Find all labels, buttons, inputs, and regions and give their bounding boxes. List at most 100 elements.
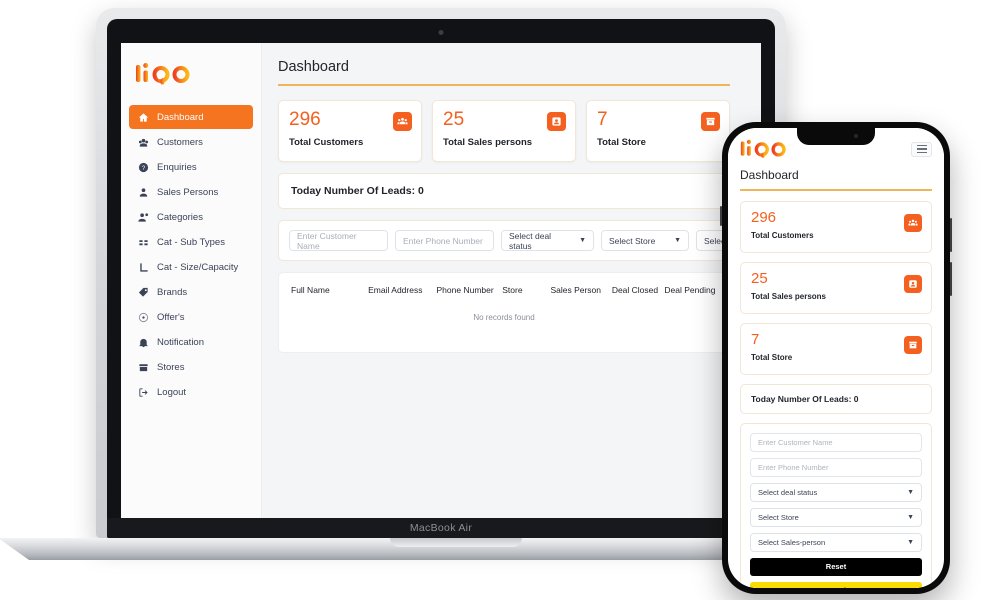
sidebar-item-offers[interactable]: Offer's xyxy=(129,305,253,329)
chevron-down-icon: ▼ xyxy=(907,513,914,521)
sidebar-nav: Dashboard Customers ? Enquiries Sales Pe… xyxy=(121,105,261,404)
sidebar-item-notification[interactable]: Notification xyxy=(129,330,253,354)
chevron-down-icon: ▼ xyxy=(907,538,914,546)
stat-value: 7 xyxy=(751,330,760,348)
circle-icon xyxy=(137,311,149,323)
front-camera-icon xyxy=(854,134,858,138)
phone-power-button[interactable] xyxy=(950,218,952,252)
phone-volume-button[interactable] xyxy=(720,206,722,226)
reset-button[interactable]: Reset xyxy=(750,557,922,576)
phone-leads-summary: Today Number Of Leads: 0 xyxy=(740,383,932,414)
table-header-row: Full Name Email Address Phone Number Sto… xyxy=(291,285,717,309)
users-icon xyxy=(904,213,922,232)
stat-label: Total Store xyxy=(751,353,793,363)
sidebar-item-label: Brands xyxy=(157,286,188,298)
sidebar-item-dashboard[interactable]: Dashboard xyxy=(129,105,253,129)
sidebar-item-label: Customers xyxy=(157,136,203,148)
phone-filter-form: Enter Customer Name Enter Phone Number S… xyxy=(740,422,932,588)
sidebar-item-label: Notification xyxy=(157,336,204,348)
store-value: Select Store xyxy=(609,235,656,246)
person-card-icon xyxy=(547,112,566,131)
stat-label: Total Sales persons xyxy=(751,292,826,302)
store-icon xyxy=(904,335,922,354)
sidebar-item-enquiries[interactable]: ? Enquiries xyxy=(129,155,253,179)
stat-card-total-customers[interactable]: 296 Total Customers xyxy=(278,100,422,162)
phone-stat-card-total-sales-persons[interactable]: 25 Total Sales persons xyxy=(740,261,932,314)
liqo-logo-icon[interactable] xyxy=(740,138,792,160)
phone-title-divider xyxy=(740,189,932,191)
sidebar: Dashboard Customers ? Enquiries Sales Pe… xyxy=(121,43,262,518)
phone-stat-card-total-store[interactable]: 7 Total Store xyxy=(740,322,932,375)
phone-side-button[interactable] xyxy=(950,262,952,296)
leads-summary: Today Number Of Leads: 0 xyxy=(278,173,730,209)
brand-logo[interactable] xyxy=(121,57,261,105)
liqo-logo-icon xyxy=(136,63,190,85)
stat-card-total-store[interactable]: 7 Total Store xyxy=(586,100,730,162)
chevron-down-icon: ▼ xyxy=(579,237,586,244)
home-icon xyxy=(137,111,149,123)
sidebar-item-label: Sales Persons xyxy=(157,186,219,198)
sidebar-item-customers[interactable]: Customers xyxy=(129,130,253,154)
stat-card-total-sales-persons[interactable]: 25 Total Sales persons xyxy=(432,100,576,162)
users-icon xyxy=(137,136,149,148)
search-customer-name-input[interactable]: Enter Customer Name xyxy=(289,230,388,251)
phone-mockup: Dashboard 296 Total Customers 25 Total S… xyxy=(720,122,952,594)
bell-icon xyxy=(137,336,149,348)
phone-page-title: Dashboard xyxy=(740,168,799,182)
layers-icon xyxy=(137,236,149,248)
table-column-header: Full Name xyxy=(291,285,330,295)
stat-label: Total Customers xyxy=(289,136,364,148)
tag-icon xyxy=(137,286,149,298)
stat-cards: 296 Total Customers 25 Total Sales perso… xyxy=(278,100,761,162)
chevron-down-icon: ▼ xyxy=(674,237,681,244)
store-select[interactable]: Select Store ▼ xyxy=(601,230,689,251)
sidebar-item-label: Cat - Sub Types xyxy=(157,236,225,248)
sidebar-item-label: Enquiries xyxy=(157,161,197,173)
logout-icon xyxy=(137,386,149,398)
sidebar-item-label: Stores xyxy=(157,361,185,373)
laptop-screen: Dashboard Customers ? Enquiries Sales Pe… xyxy=(121,43,761,518)
page-title: Dashboard xyxy=(278,59,349,75)
hamburger-icon[interactable] xyxy=(911,141,932,157)
search-button[interactable]: Search xyxy=(750,581,922,588)
sidebar-item-cat-size-capacity[interactable]: Cat - Size/Capacity xyxy=(129,255,253,279)
sidebar-item-label: Categories xyxy=(157,211,203,223)
person-icon xyxy=(137,186,149,198)
sidebar-item-sales-persons[interactable]: Sales Persons xyxy=(129,180,253,204)
laptop-brand-label: MacBook Air xyxy=(107,518,775,538)
phone-deal-status-select[interactable]: Select deal status ▼ xyxy=(750,482,922,502)
sidebar-item-stores[interactable]: Stores xyxy=(129,355,253,379)
ruler-icon xyxy=(137,261,149,273)
sidebar-item-cat-sub-types[interactable]: Cat - Sub Types xyxy=(129,230,253,254)
stat-label: Total Customers xyxy=(751,231,814,241)
deal-status-value: Select deal status xyxy=(758,487,818,497)
leads-table: Full Name Email Address Phone Number Sto… xyxy=(278,272,730,353)
phone-stat-card-total-customers[interactable]: 296 Total Customers xyxy=(740,200,932,253)
deal-status-value: Select deal status xyxy=(509,230,552,251)
phone-store-select[interactable]: Select Store ▼ xyxy=(750,507,922,527)
phone-customer-name-input[interactable]: Enter Customer Name xyxy=(750,432,922,452)
phone-screen: Dashboard 296 Total Customers 25 Total S… xyxy=(728,128,944,588)
table-column-header: Deal Closed xyxy=(611,285,659,295)
phone-phone-number-input[interactable]: Enter Phone Number xyxy=(750,457,922,477)
stat-label: Total Sales persons xyxy=(443,136,533,148)
sidebar-item-categories[interactable]: Categories xyxy=(129,205,253,229)
table-column-header: Sales Person xyxy=(550,285,602,295)
main-content: Dashboard 296 Total Customers 25 Total S… xyxy=(262,43,761,518)
sidebar-item-brands[interactable]: Brands xyxy=(129,280,253,304)
stat-value: 25 xyxy=(751,269,768,287)
deal-status-select[interactable]: Select deal status ▼ xyxy=(501,230,594,251)
filter-bar: Enter Customer Name Enter Phone Number S… xyxy=(278,220,730,261)
stat-label: Total Store xyxy=(597,136,646,148)
sidebar-item-label: Offer's xyxy=(157,311,185,323)
laptop-lid: Dashboard Customers ? Enquiries Sales Pe… xyxy=(96,8,786,538)
store-icon xyxy=(137,361,149,373)
sales-person-value: Select Sales-person xyxy=(758,537,826,547)
search-phone-number-input[interactable]: Enter Phone Number xyxy=(395,230,494,251)
phone-sales-person-select[interactable]: Select Sales-person ▼ xyxy=(750,532,922,552)
sidebar-item-logout[interactable]: Logout xyxy=(129,380,253,404)
laptop-bezel: Dashboard Customers ? Enquiries Sales Pe… xyxy=(107,19,775,538)
table-column-header: Email Address xyxy=(368,285,423,295)
mockup-stage: Dashboard Customers ? Enquiries Sales Pe… xyxy=(0,0,1000,600)
laptop-mockup: Dashboard Customers ? Enquiries Sales Pe… xyxy=(0,8,884,588)
